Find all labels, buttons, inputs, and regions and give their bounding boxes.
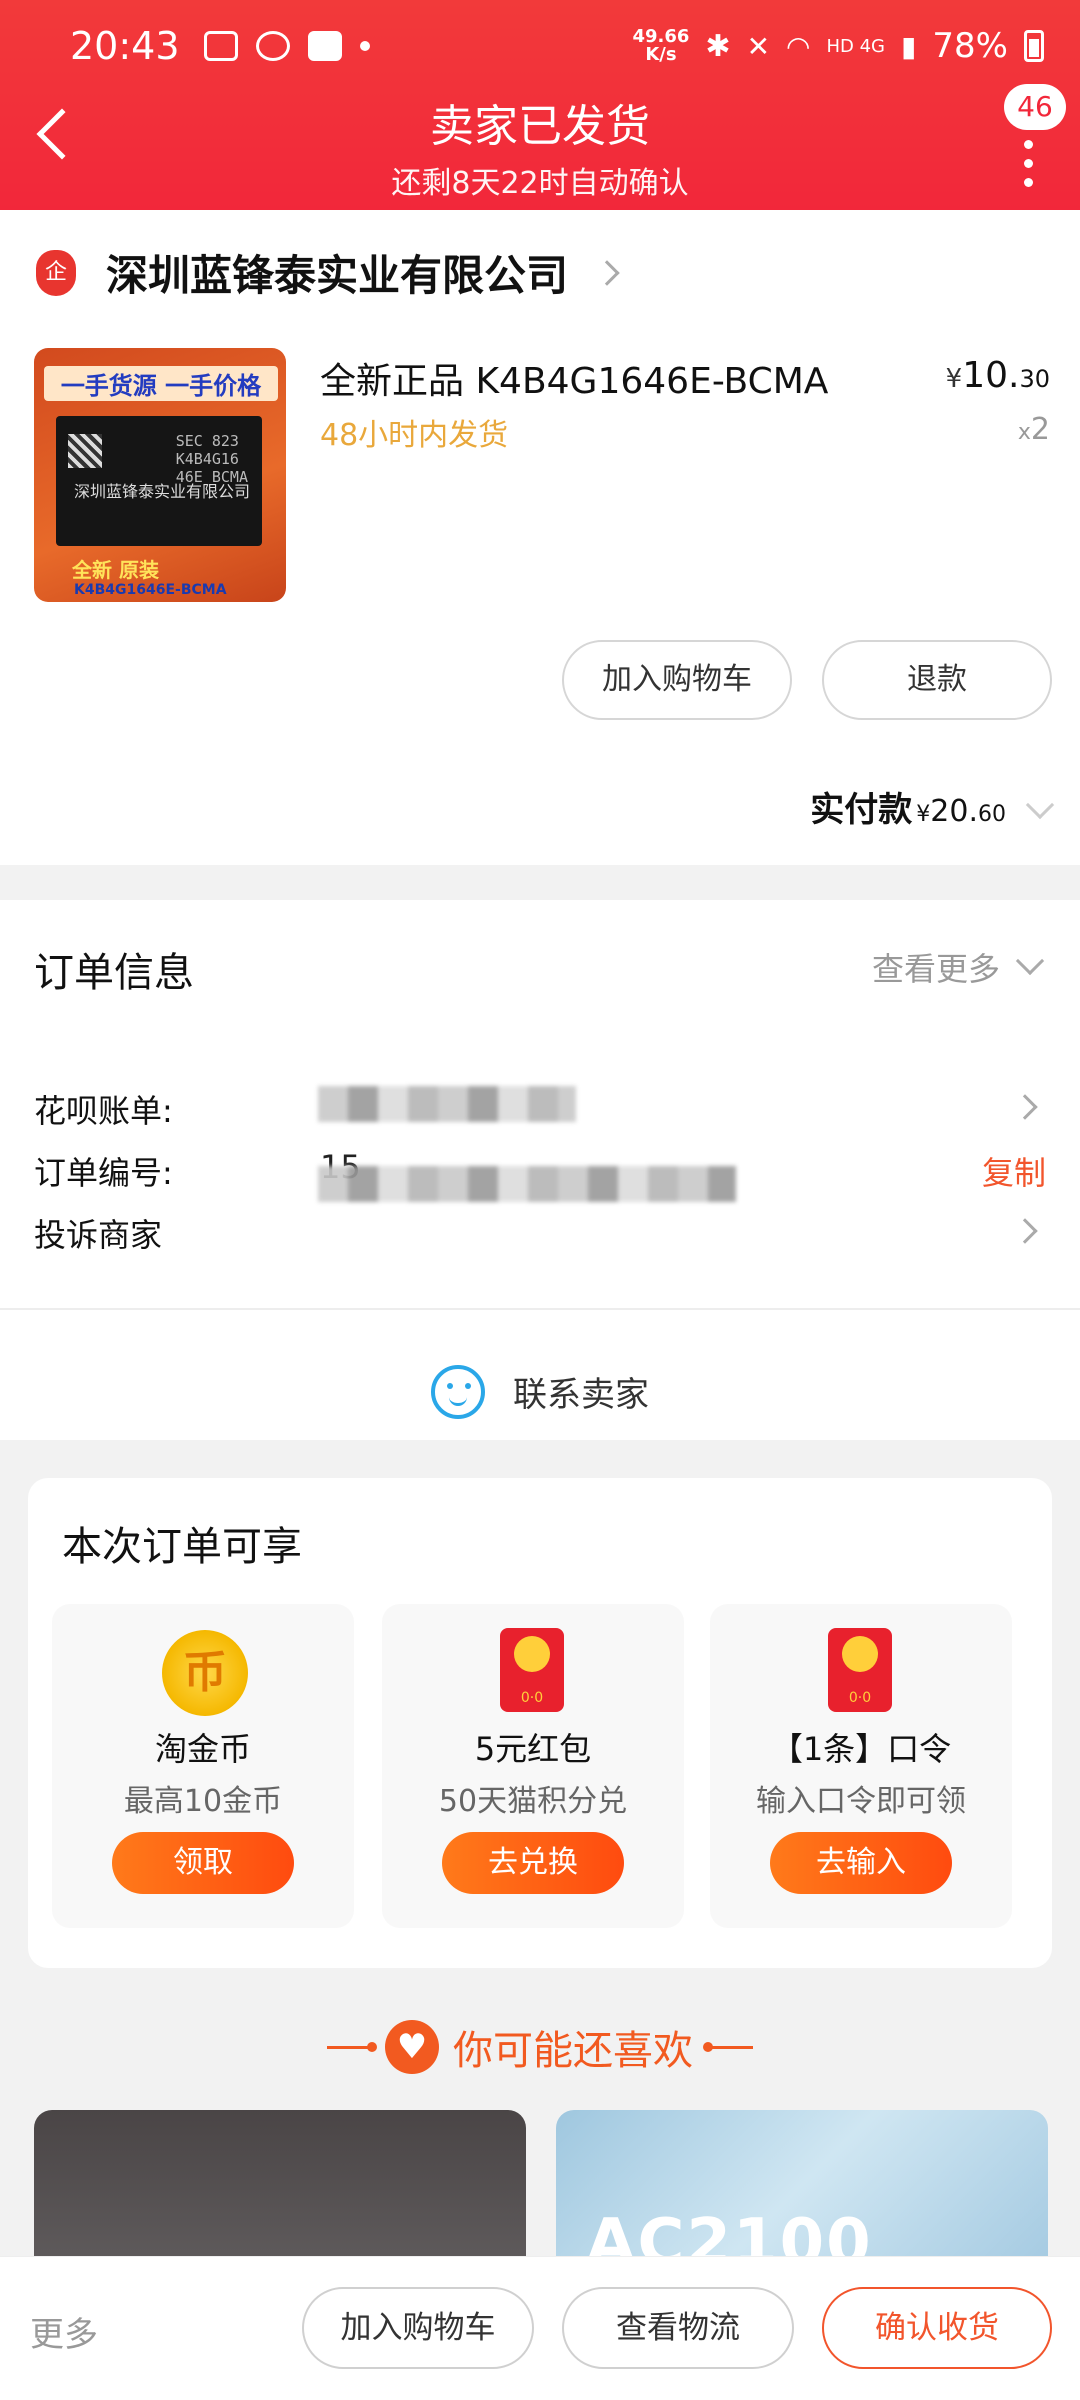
price-decimal: 30	[1019, 365, 1050, 393]
qty-prefix: x	[1017, 420, 1031, 445]
perk-name: 5元红包	[474, 1730, 592, 1768]
perk-item-taojinbi: 币 淘金币 最高10金币 领取	[52, 1604, 354, 1928]
recommended-product-image-text: AC2100	[586, 2206, 873, 2260]
perk-desc: 50天猫积分兑	[438, 1784, 628, 1819]
battery-icon	[1024, 30, 1044, 62]
divider	[0, 1308, 1080, 1310]
bottom-action-bar: 更多 加入购物车 查看物流 确认收货	[0, 2256, 1080, 2400]
qty-value: 2	[1030, 412, 1050, 447]
contact-seller-button[interactable]: 联系卖家	[0, 1343, 1080, 1440]
recommend-title: 你可能还喜欢	[453, 2028, 693, 2074]
confirm-receipt-button[interactable]: 确认收货	[822, 2287, 1052, 2369]
recommend-header: ♥ 你可能还喜欢	[0, 2018, 1080, 2076]
decor-line	[703, 2041, 753, 2052]
app-notification-icon	[307, 31, 342, 61]
signal-icon: ▮	[901, 29, 917, 63]
payment-currency: ¥	[916, 802, 931, 827]
order-info-title: 订单信息	[34, 950, 194, 996]
network-type: HD 4G	[826, 35, 885, 57]
message-badge[interactable]: 46	[1004, 84, 1066, 130]
huabei-bill-value-redacted	[318, 1086, 576, 1122]
perk-item-red-packet: 5元红包 50天猫积分兑 去兑换	[382, 1604, 684, 1928]
huabei-bill-label: 花呗账单:	[34, 1092, 173, 1130]
mute-icon: ✕	[746, 29, 771, 63]
thumb-company: 深圳蓝锋泰实业有限公司	[74, 482, 251, 501]
qr-code-icon	[68, 434, 102, 468]
view-more-label: 查看更多	[871, 950, 1000, 988]
enterprise-shield-icon: 企	[36, 249, 76, 296]
product-name[interactable]: 全新正品 K4B4G1646E-BCMA	[320, 352, 828, 404]
chevron-down-icon	[1025, 790, 1055, 820]
red-envelope-icon	[500, 1628, 564, 1712]
complain-merchant-label[interactable]: 投诉商家	[34, 1210, 162, 1256]
copy-button[interactable]: 复制	[982, 1148, 1046, 1194]
perk-name: 淘金币	[154, 1730, 251, 1768]
more-notifications-icon	[359, 41, 370, 51]
shipping-note: 48小时内发货	[320, 418, 509, 453]
contact-seller-label: 联系卖家	[513, 1375, 649, 1415]
bluetooth-icon: ✱	[705, 28, 731, 64]
claim-button[interactable]: 领取	[112, 1832, 294, 1894]
chevron-right-icon[interactable]	[1012, 1094, 1038, 1120]
thumb-model: K4B4G1646E-BCMA	[74, 582, 227, 598]
decor-line	[327, 2041, 377, 2052]
chevron-right-icon	[594, 259, 620, 286]
order-number-label: 订单编号:	[34, 1154, 173, 1192]
enter-code-button[interactable]: 去输入	[770, 1832, 952, 1894]
price-currency: ¥	[945, 364, 963, 394]
heart-icon: ♥	[385, 2020, 439, 2074]
product-quantity: x2	[1018, 412, 1050, 447]
view-more-button[interactable]: 查看更多	[871, 944, 1045, 990]
shop-name: 深圳蓝锋泰实业有限公司	[106, 251, 569, 300]
order-info-card: 订单信息 查看更多 花呗账单: 订单编号: 15 复制 投诉商家 联系卖家	[0, 900, 1080, 1440]
status-bar: 20:43 49.66 K/s ✱ ✕ ◠ HD 4G ▮ 78%	[0, 0, 1080, 92]
order-perks-card: 本次订单可享 币 淘金币 最高10金币 领取 5元红包 50天猫积分兑 去兑换 …	[28, 1478, 1052, 1968]
status-time: 20:43	[70, 24, 180, 68]
wechat-icon	[255, 31, 290, 61]
add-to-cart-button[interactable]: 加入购物车	[302, 2287, 534, 2369]
recommended-product-card[interactable]	[34, 2110, 526, 2260]
gallery-icon	[203, 31, 238, 61]
add-to-cart-button[interactable]: 加入购物车	[562, 640, 792, 720]
product-thumbnail[interactable]: 一手货源 一手价格 SEC 823 K4B4G16 46E BCMA 深圳蓝锋泰…	[34, 348, 286, 602]
order-number-redacted	[318, 1166, 736, 1202]
view-logistics-button[interactable]: 查看物流	[562, 2287, 794, 2369]
perk-desc: 输入口令即可领	[756, 1784, 966, 1819]
perks-title: 本次订单可享	[62, 1524, 302, 1570]
recommended-product-card[interactable]: AC2100	[556, 2110, 1048, 2260]
battery-level: 78%	[932, 26, 1008, 66]
chat-bubble-icon	[431, 1364, 485, 1419]
wifi-icon: ◠	[786, 29, 811, 63]
shop-link[interactable]: 企 深圳蓝锋泰实业有限公司	[36, 242, 620, 303]
thumb-tag: 全新 原装	[72, 558, 159, 582]
thumb-banner: 一手货源 一手价格	[44, 366, 278, 401]
net-speed: 49.66 K/s	[632, 28, 689, 64]
coin-icon: 币	[162, 1630, 248, 1716]
price-integer: 10.	[962, 355, 1020, 396]
order-item-card: 企 深圳蓝锋泰实业有限公司 一手货源 一手价格 SEC 823 K4B4G16 …	[0, 210, 1080, 865]
perk-item-password: 【1条】口令 输入口令即可领 去输入	[710, 1604, 1012, 1928]
net-speed-unit: K/s	[645, 44, 677, 65]
redeem-button[interactable]: 去兑换	[442, 1832, 624, 1894]
payment-integer: 20.	[930, 794, 978, 829]
more-button[interactable]: 更多	[30, 2307, 98, 2356]
perk-name: 【1条】口令	[770, 1730, 952, 1768]
chevron-down-icon	[1015, 946, 1045, 976]
product-price: ¥10.30	[946, 355, 1050, 396]
perk-desc: 最高10金币	[123, 1784, 283, 1819]
actual-payment[interactable]: 实付款 ¥20.60	[810, 782, 1055, 831]
red-envelope-icon	[828, 1628, 892, 1712]
payment-amount: ¥20.60	[916, 794, 1006, 829]
refund-button[interactable]: 退款	[822, 640, 1052, 720]
more-menu-icon[interactable]	[1024, 140, 1034, 197]
page-title: 卖家已发货	[430, 101, 650, 152]
auto-confirm-countdown: 还剩8天22时自动确认	[391, 166, 689, 201]
payment-label: 实付款	[810, 790, 913, 830]
payment-decimal: 60	[978, 802, 1006, 827]
header: 20:43 49.66 K/s ✱ ✕ ◠ HD 4G ▮ 78% 卖家已发货 …	[0, 0, 1080, 210]
chevron-right-icon[interactable]	[1012, 1218, 1038, 1244]
